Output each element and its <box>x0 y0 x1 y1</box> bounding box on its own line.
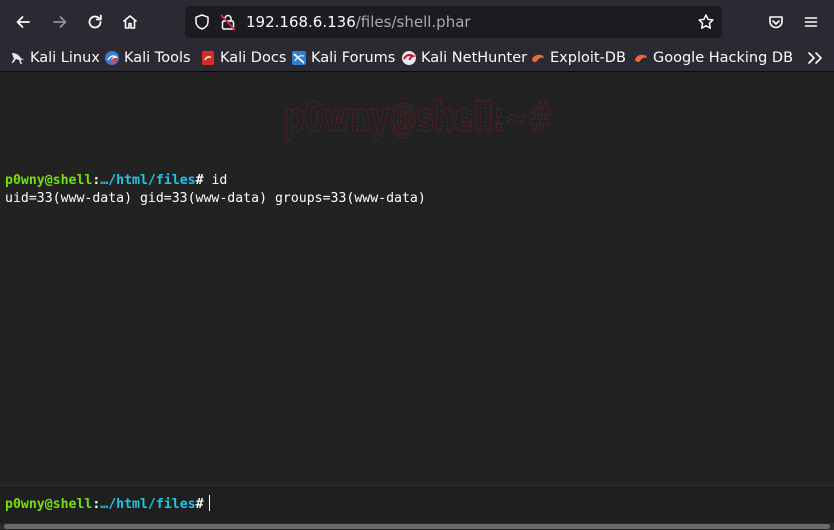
bookmark-star-icon[interactable] <box>697 13 715 31</box>
url-path: /files/shell.phar <box>355 13 471 31</box>
horizontal-scrollbar[interactable] <box>0 523 834 530</box>
url-bar[interactable]: 192.168.6.136/files/shell.phar <box>185 6 722 38</box>
url-host: 192.168.6.136 <box>246 13 356 31</box>
app-menu-button[interactable] <box>797 8 825 36</box>
pocket-button[interactable] <box>762 8 790 36</box>
bookmark-label: Kali Docs <box>220 50 287 66</box>
history-command-line: p0wny@shell:…/html/files# id <box>5 173 227 188</box>
bookmarks-toolbar: Kali Linux Kali Tools Kali Docs Kali For… <box>0 44 834 72</box>
shell-input-bar[interactable]: p0wny@shell:…/html/files# <box>0 485 834 523</box>
kali-dragon-icon <box>11 53 24 64</box>
shell-banner: p0wny@shell:~# <box>284 96 553 140</box>
bookmark-label: Kali NetHunter <box>421 50 528 66</box>
prompt-cwd: …/html/files <box>100 173 196 188</box>
bookmark-exploit-db[interactable]: Exploit-DB <box>530 49 626 67</box>
ghdb-icon <box>635 54 647 63</box>
double-chevron-right-icon[interactable] <box>806 50 824 66</box>
exploit-db-icon <box>532 54 544 63</box>
shell-page: p0wny@shell:~# p0wny@shell:…/html/files#… <box>0 72 834 530</box>
banner-text: p0wny@shell:~# <box>284 96 552 140</box>
bookmark-label: Kali Tools <box>124 50 191 66</box>
prompt-user: p0wny@shell <box>5 173 93 188</box>
prompt-hash: # <box>195 173 212 188</box>
shell-prompt[interactable]: p0wny@shell:…/html/files# <box>5 495 210 512</box>
bookmark-kali-nethunter[interactable]: Kali NetHunter <box>401 49 527 67</box>
hamburger-menu-icon <box>804 17 818 27</box>
kali-nethunter-icon <box>402 51 416 65</box>
scrollbar-thumb[interactable] <box>4 524 830 529</box>
arrow-right-icon <box>53 16 67 28</box>
pocket-icon <box>769 16 783 29</box>
bookmark-google-hacking-db[interactable]: Google Hacking DB <box>633 49 793 67</box>
prompt-user: p0wny@shell <box>5 497 93 512</box>
bookmark-kali-linux[interactable]: Kali Linux <box>10 49 100 67</box>
reload-icon <box>88 14 102 29</box>
history-output: uid=33(www-data) gid=33(www-data) groups… <box>5 191 426 206</box>
bookmark-label: Google Hacking DB <box>653 50 794 66</box>
bookmark-kali-tools[interactable]: Kali Tools <box>104 49 191 67</box>
forward-button[interactable] <box>46 8 74 36</box>
history-command: id <box>211 173 228 188</box>
bookmark-kali-forums[interactable]: Kali Forums <box>291 49 395 67</box>
insecure-lock-icon[interactable] <box>219 13 237 31</box>
bookmark-label: Kali Linux <box>30 50 100 66</box>
bookmark-kali-docs[interactable]: Kali Docs <box>200 49 286 67</box>
prompt-hash: # <box>195 497 204 512</box>
reload-button[interactable] <box>81 8 109 36</box>
kali-tools-icon <box>105 51 119 65</box>
back-button[interactable] <box>9 8 37 36</box>
kali-docs-icon <box>202 51 214 65</box>
text-caret <box>208 495 210 511</box>
bookmark-label: Exploit-DB <box>550 50 626 66</box>
bookmark-label: Kali Forums <box>311 50 396 66</box>
prompt-cwd: …/html/files <box>100 497 196 512</box>
url-text[interactable]: 192.168.6.136/files/shell.phar <box>246 13 471 31</box>
shield-icon[interactable] <box>193 13 211 31</box>
home-button[interactable] <box>116 8 144 36</box>
kali-forums-icon <box>292 51 306 65</box>
arrow-left-icon <box>16 16 30 28</box>
home-icon <box>122 15 138 29</box>
navigation-toolbar: 192.168.6.136/files/shell.phar <box>0 0 834 44</box>
